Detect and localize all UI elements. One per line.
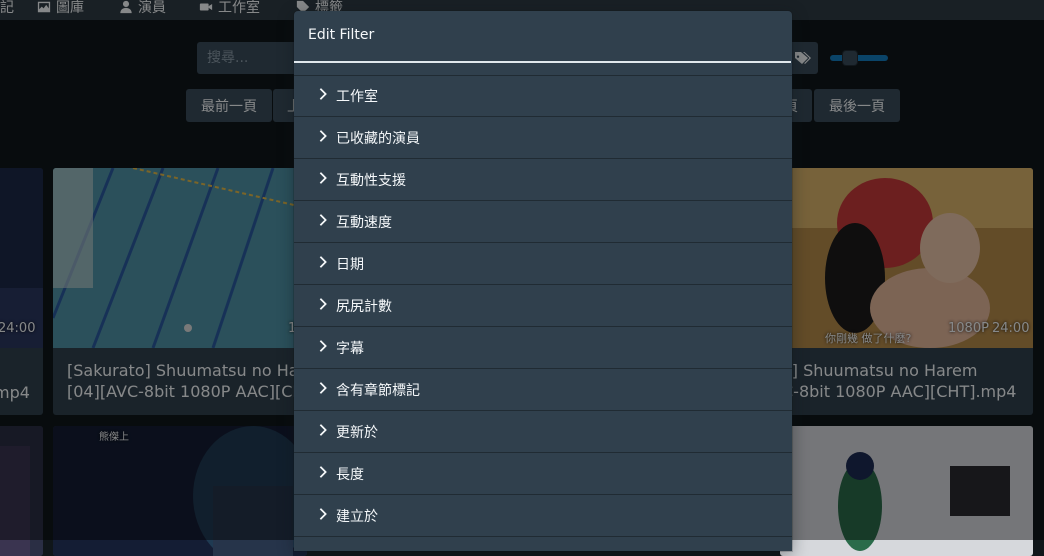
criterion-label: 已收藏的演員 [336, 130, 420, 147]
criterion-label: 更新於 [336, 424, 378, 441]
criterion-label: 日期 [336, 256, 364, 273]
chevron-right-icon [316, 380, 330, 394]
criterion-favorite-performers[interactable]: 已收藏的演員 [294, 117, 792, 159]
chevron-right-icon [316, 506, 330, 520]
criterion-created-at[interactable]: 建立於 [294, 495, 792, 537]
criterion-label: 互動性支援 [336, 172, 406, 189]
criterion-date[interactable]: 日期 [294, 243, 792, 285]
criterion-studios[interactable]: 工作室 [294, 75, 792, 117]
criterion-label: 含有章節標記 [336, 382, 420, 399]
criterion-label: 長度 [336, 466, 364, 483]
chevron-right-icon [316, 254, 330, 268]
chevron-right-icon [316, 212, 330, 226]
criterion-o-counter[interactable]: 尻尻計數 [294, 285, 792, 327]
edit-filter-dialog: Edit Filter 工作室 已收藏的演員 互動性支援 互動速度 日期 尻尻計… [294, 11, 792, 551]
criterion-duration[interactable]: 長度 [294, 453, 792, 495]
criterion-label: 字幕 [336, 340, 364, 357]
criterion-label: 尻尻計數 [336, 298, 392, 315]
criterion-label: 互動速度 [336, 214, 392, 231]
chevron-right-icon [316, 296, 330, 310]
chevron-right-icon [316, 170, 330, 184]
criterion-label: 建立於 [336, 508, 378, 525]
criterion-interactive-speed[interactable]: 互動速度 [294, 201, 792, 243]
chevron-right-icon [316, 128, 330, 142]
filter-criteria-list: 工作室 已收藏的演員 互動性支援 互動速度 日期 尻尻計數 字幕 含有章節標記 [294, 75, 792, 537]
dialog-title: Edit Filter [308, 27, 375, 43]
chevron-right-icon [316, 338, 330, 352]
criterion-updated-at[interactable]: 更新於 [294, 411, 792, 453]
chevron-right-icon [316, 86, 330, 100]
chevron-right-icon [316, 464, 330, 478]
criterion-has-markers[interactable]: 含有章節標記 [294, 369, 792, 411]
criterion-label: 工作室 [336, 89, 378, 105]
dialog-header: Edit Filter [294, 11, 791, 63]
criterion-captions[interactable]: 字幕 [294, 327, 792, 369]
criterion-interactive[interactable]: 互動性支援 [294, 159, 792, 201]
chevron-right-icon [316, 422, 330, 436]
